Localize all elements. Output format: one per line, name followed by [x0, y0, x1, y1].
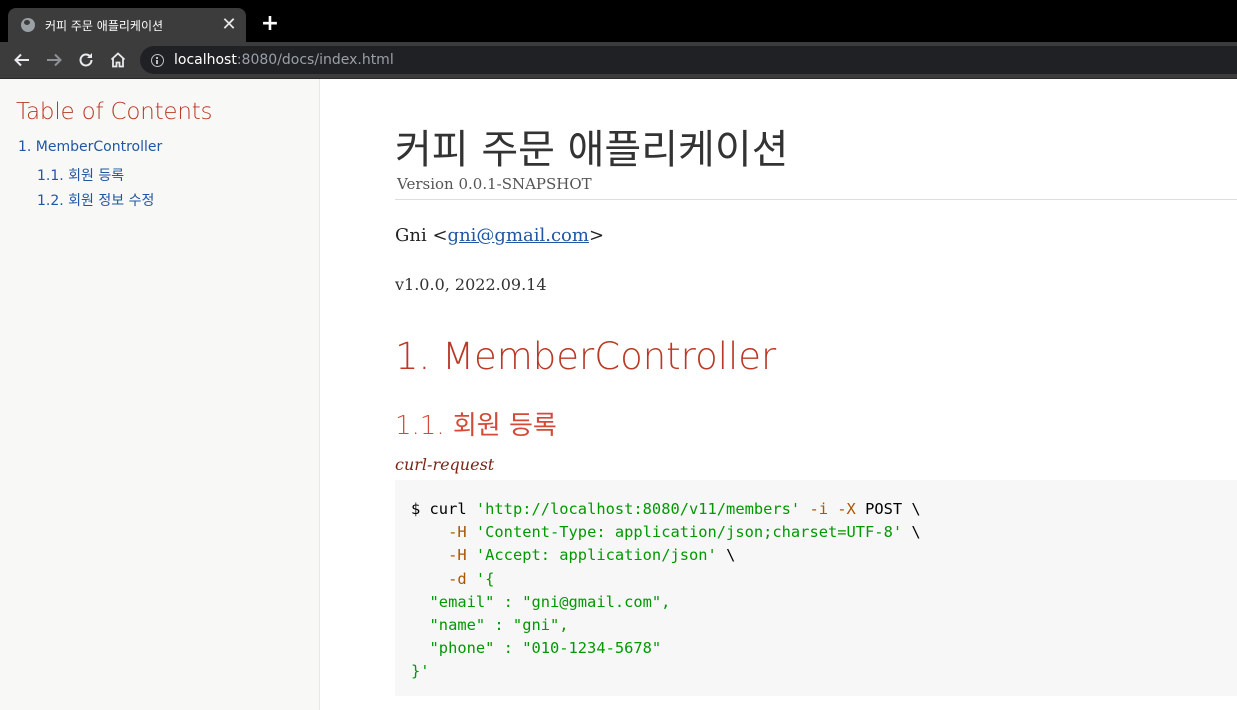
author-email-link[interactable]: gni@gmail.com — [448, 225, 589, 246]
close-tab-icon[interactable]: ✕ — [218, 15, 240, 35]
version-label: Version 0.0.1-SNAPSHOT — [397, 175, 592, 193]
info-icon[interactable] — [151, 53, 164, 67]
section-heading-membercontroller: 1. MemberController — [395, 335, 777, 378]
forward-button[interactable] — [41, 47, 67, 73]
header-divider — [395, 199, 1237, 200]
home-button[interactable] — [105, 47, 131, 73]
arrow-left-icon — [14, 53, 29, 67]
toc-item-membercontroller[interactable]: 1. MemberController — [18, 139, 162, 155]
address-bar[interactable]: localhost:8080/docs/index.html — [140, 46, 1237, 74]
tab-title: 커피 주문 애플리케이션 — [45, 18, 164, 33]
revision-line: v1.0.0, 2022.09.14 — [395, 275, 547, 294]
page-title: 커피 주문 애플리케이션 — [395, 127, 789, 173]
new-tab-button[interactable]: + — [258, 12, 282, 36]
url-text: localhost:8080/docs/index.html — [174, 52, 394, 68]
tab-bar: 커피 주문 애플리케이션 ✕ + — [0, 0, 1237, 42]
code-block-title: curl-request — [395, 455, 495, 474]
toc-item-member-register[interactable]: 1.1. 회원 등록 — [37, 165, 124, 185]
arrow-right-icon — [47, 53, 62, 67]
browser-toolbar: localhost:8080/docs/index.html — [0, 42, 1237, 79]
home-icon — [110, 52, 126, 68]
toc-title: Table of Contents — [16, 99, 213, 125]
toc-item-member-update[interactable]: 1.2. 회원 정보 수정 — [37, 190, 154, 210]
browser-tab[interactable]: 커피 주문 애플리케이션 ✕ — [8, 8, 246, 42]
code-block: $ curl 'http://localhost:8080/v11/member… — [395, 480, 1237, 696]
document-content: 커피 주문 애플리케이션 Version 0.0.1-SNAPSHOT Gni … — [320, 79, 1237, 710]
reload-icon — [79, 53, 93, 67]
back-button[interactable] — [9, 47, 35, 73]
reload-button[interactable] — [73, 47, 99, 73]
table-of-contents: Table of Contents 1. MemberController 1.… — [0, 79, 320, 710]
globe-icon — [21, 18, 35, 32]
subsection-heading-member-register: 1.1. 회원 등록 — [395, 411, 557, 441]
author-line: Gni <gni@gmail.com> — [395, 225, 605, 246]
